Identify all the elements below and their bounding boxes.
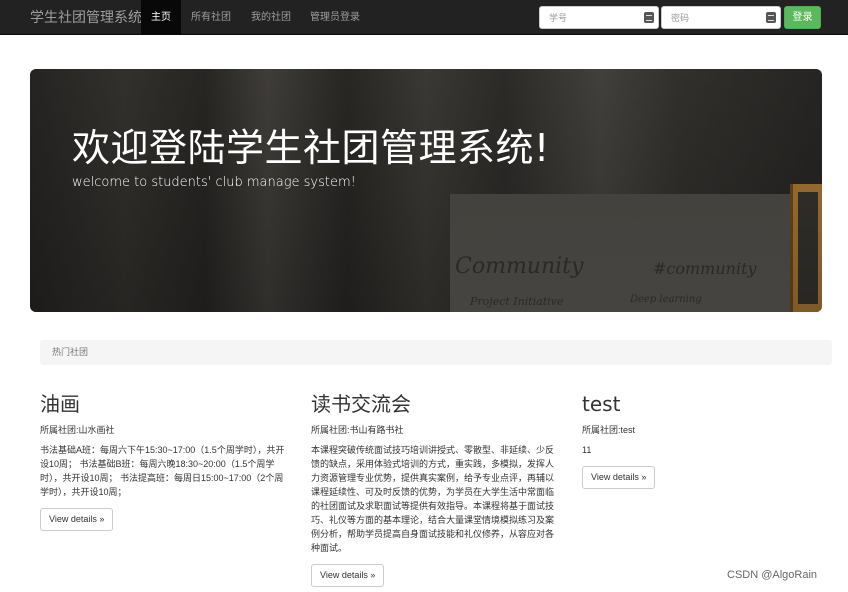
csdn-watermark: CSDN @AlgoRain	[727, 569, 818, 581]
club-description: 本课程突破传统面试技巧培训讲授式、零散型、非延续、少反馈的缺点，采用体验式培训的…	[311, 445, 555, 553]
view-details-button[interactable]: View details »	[582, 466, 656, 489]
keyboard-icon	[766, 12, 776, 23]
nav-item-all-clubs[interactable]: 所有社团	[181, 0, 241, 35]
board-writing-community: Community	[455, 254, 584, 279]
view-details-button[interactable]: View details »	[311, 564, 385, 587]
club-name: test	[582, 392, 621, 416]
club-description: 书法基础A班：每周六下午15:30~17:00（1.5个周学时），共开设10周；…	[40, 445, 285, 497]
club-card: 读书交流会 所属社团:书山有路书社 本课程突破传统面试技巧培训讲授式、零散型、非…	[311, 390, 556, 587]
nav-item-my-clubs[interactable]: 我的社团	[241, 0, 301, 35]
club-name: 油画	[40, 392, 80, 416]
club-owner: 所属社团:test	[582, 425, 636, 435]
hero-banner: Community #community Project Initiative …	[30, 69, 822, 312]
hero-subtitle: welcome to students' club manage system!	[72, 175, 356, 190]
nav-item-home[interactable]: 主页	[141, 0, 181, 35]
view-details-button[interactable]: View details »	[40, 508, 114, 531]
club-owner: 所属社团:山水画社	[40, 425, 115, 435]
keyboard-icon	[644, 12, 654, 23]
student-id-field[interactable]	[539, 6, 659, 29]
club-owner: 所属社团:书山有路书社	[311, 425, 404, 435]
top-navbar: 学生社团管理系统 主页 所有社团 我的社团 管理员登录 登录	[0, 0, 848, 35]
club-description: 11	[582, 445, 592, 455]
brand-title[interactable]: 学生社团管理系统	[30, 0, 142, 35]
section-title: 热门社团	[52, 347, 89, 357]
board-writing-initiative: Project Initiative	[470, 295, 564, 308]
board-writing-learning: Deep learning	[630, 294, 702, 305]
nav-item-admin-login[interactable]: 管理员登录	[300, 0, 370, 35]
hero-title: 欢迎登陆学生社团管理系统!	[72, 126, 550, 170]
password-input[interactable]	[662, 7, 780, 28]
club-card: test 所属社团:test 11 View details »	[582, 390, 827, 489]
club-name: 读书交流会	[311, 392, 411, 416]
student-id-input[interactable]	[540, 7, 658, 28]
password-field[interactable]	[661, 6, 781, 29]
popular-clubs-header: 热门社团	[40, 340, 832, 365]
club-card: 油画 所属社团:山水画社 书法基础A班：每周六下午15:30~17:00（1.5…	[40, 390, 285, 531]
board-writing-hashtag: #community	[653, 259, 757, 278]
login-button[interactable]: 登录	[784, 6, 821, 29]
